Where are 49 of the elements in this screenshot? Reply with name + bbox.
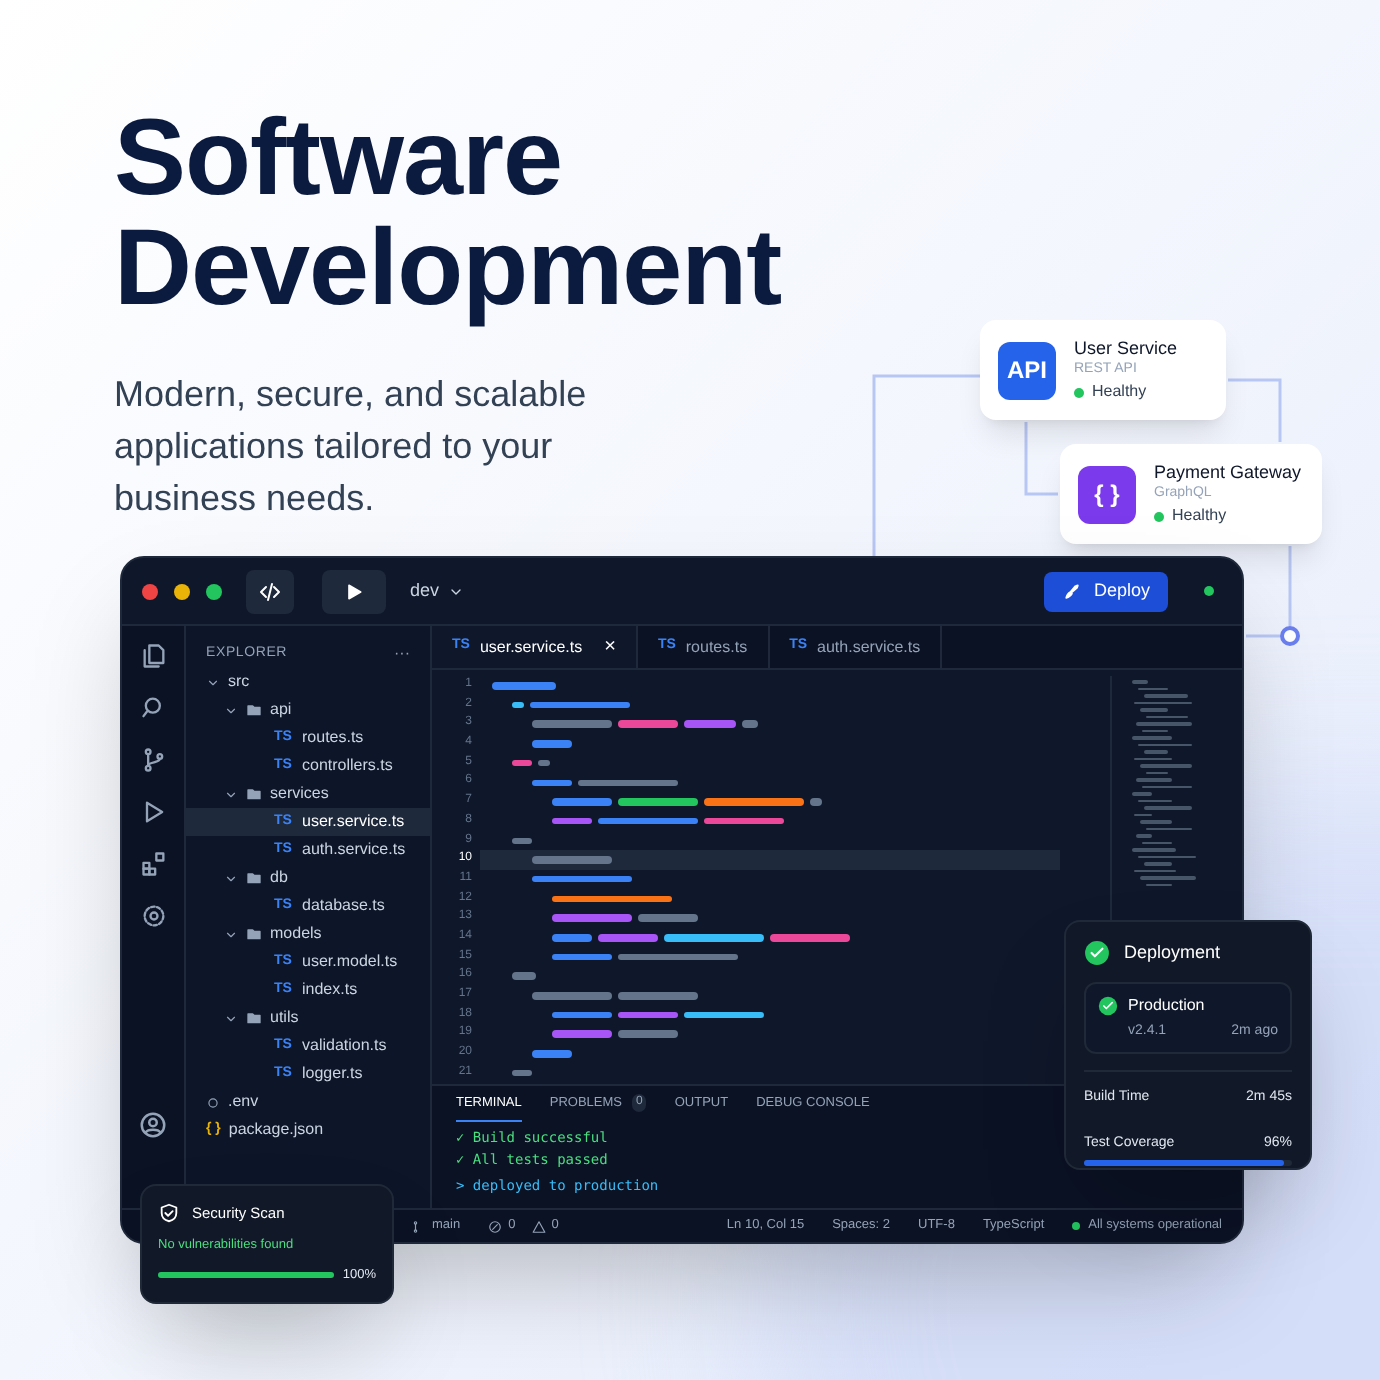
deployment-title: Deployment [1124, 940, 1221, 966]
deploy-button[interactable]: Deploy [1043, 571, 1168, 611]
chevron-down-icon [224, 1011, 238, 1025]
connector-line [1288, 546, 1292, 626]
connector-line [1246, 634, 1280, 638]
connector-line [1228, 378, 1282, 442]
shield-check-icon [158, 1202, 180, 1225]
extensions-icon[interactable] [139, 850, 167, 878]
branch-dropdown[interactable]: dev [410, 577, 464, 605]
chevron-down-icon [224, 927, 238, 941]
service-icon: { } [1078, 465, 1136, 523]
folder-icon [246, 926, 262, 942]
connector-line [1024, 422, 1058, 496]
service-name: Payment Gateway [1154, 460, 1302, 484]
file-tree-item[interactable]: utils [186, 1004, 430, 1032]
more-button[interactable]: ··· [394, 642, 410, 666]
chevron-down-icon [224, 787, 238, 801]
file-tree-item[interactable]: api [186, 696, 430, 724]
warning-icon [531, 1219, 546, 1233]
play-icon [344, 581, 364, 601]
check-icon [1098, 995, 1118, 1015]
account-icon[interactable] [138, 1110, 168, 1140]
file-tree-item[interactable]: db [186, 864, 430, 892]
error-icon [488, 1219, 503, 1233]
search-icon[interactable] [139, 694, 167, 722]
file-tree-item[interactable]: services [186, 780, 430, 808]
hero-title: Software Development [114, 104, 784, 324]
close-icon[interactable]: × [604, 632, 616, 662]
folder-icon [246, 870, 262, 886]
run-button[interactable] [322, 569, 386, 613]
folder-icon [246, 786, 262, 802]
service-status: Healthy [1172, 504, 1227, 528]
folder-icon [246, 702, 262, 718]
connector-node-icon [1280, 626, 1300, 646]
file-tree-item[interactable]: src [186, 668, 430, 696]
code-icon [258, 579, 282, 603]
file-tree-item[interactable]: models [186, 920, 430, 948]
check-icon [1084, 940, 1110, 967]
environment-name: Production [1128, 993, 1205, 1017]
chevron-down-icon [224, 871, 238, 885]
code-button[interactable] [246, 569, 294, 613]
settings-icon[interactable] [139, 902, 167, 930]
folder-icon [246, 1010, 262, 1026]
file-tree-item[interactable]: .env [186, 1088, 430, 1116]
hero-subtitle: Modern, secure, and scalable applications tailored to your business needs. [114, 372, 589, 522]
service-icon: API [998, 341, 1056, 399]
files-icon[interactable] [139, 642, 167, 670]
service-status: Healthy [1092, 380, 1147, 404]
service-name: User Service [1074, 336, 1178, 360]
